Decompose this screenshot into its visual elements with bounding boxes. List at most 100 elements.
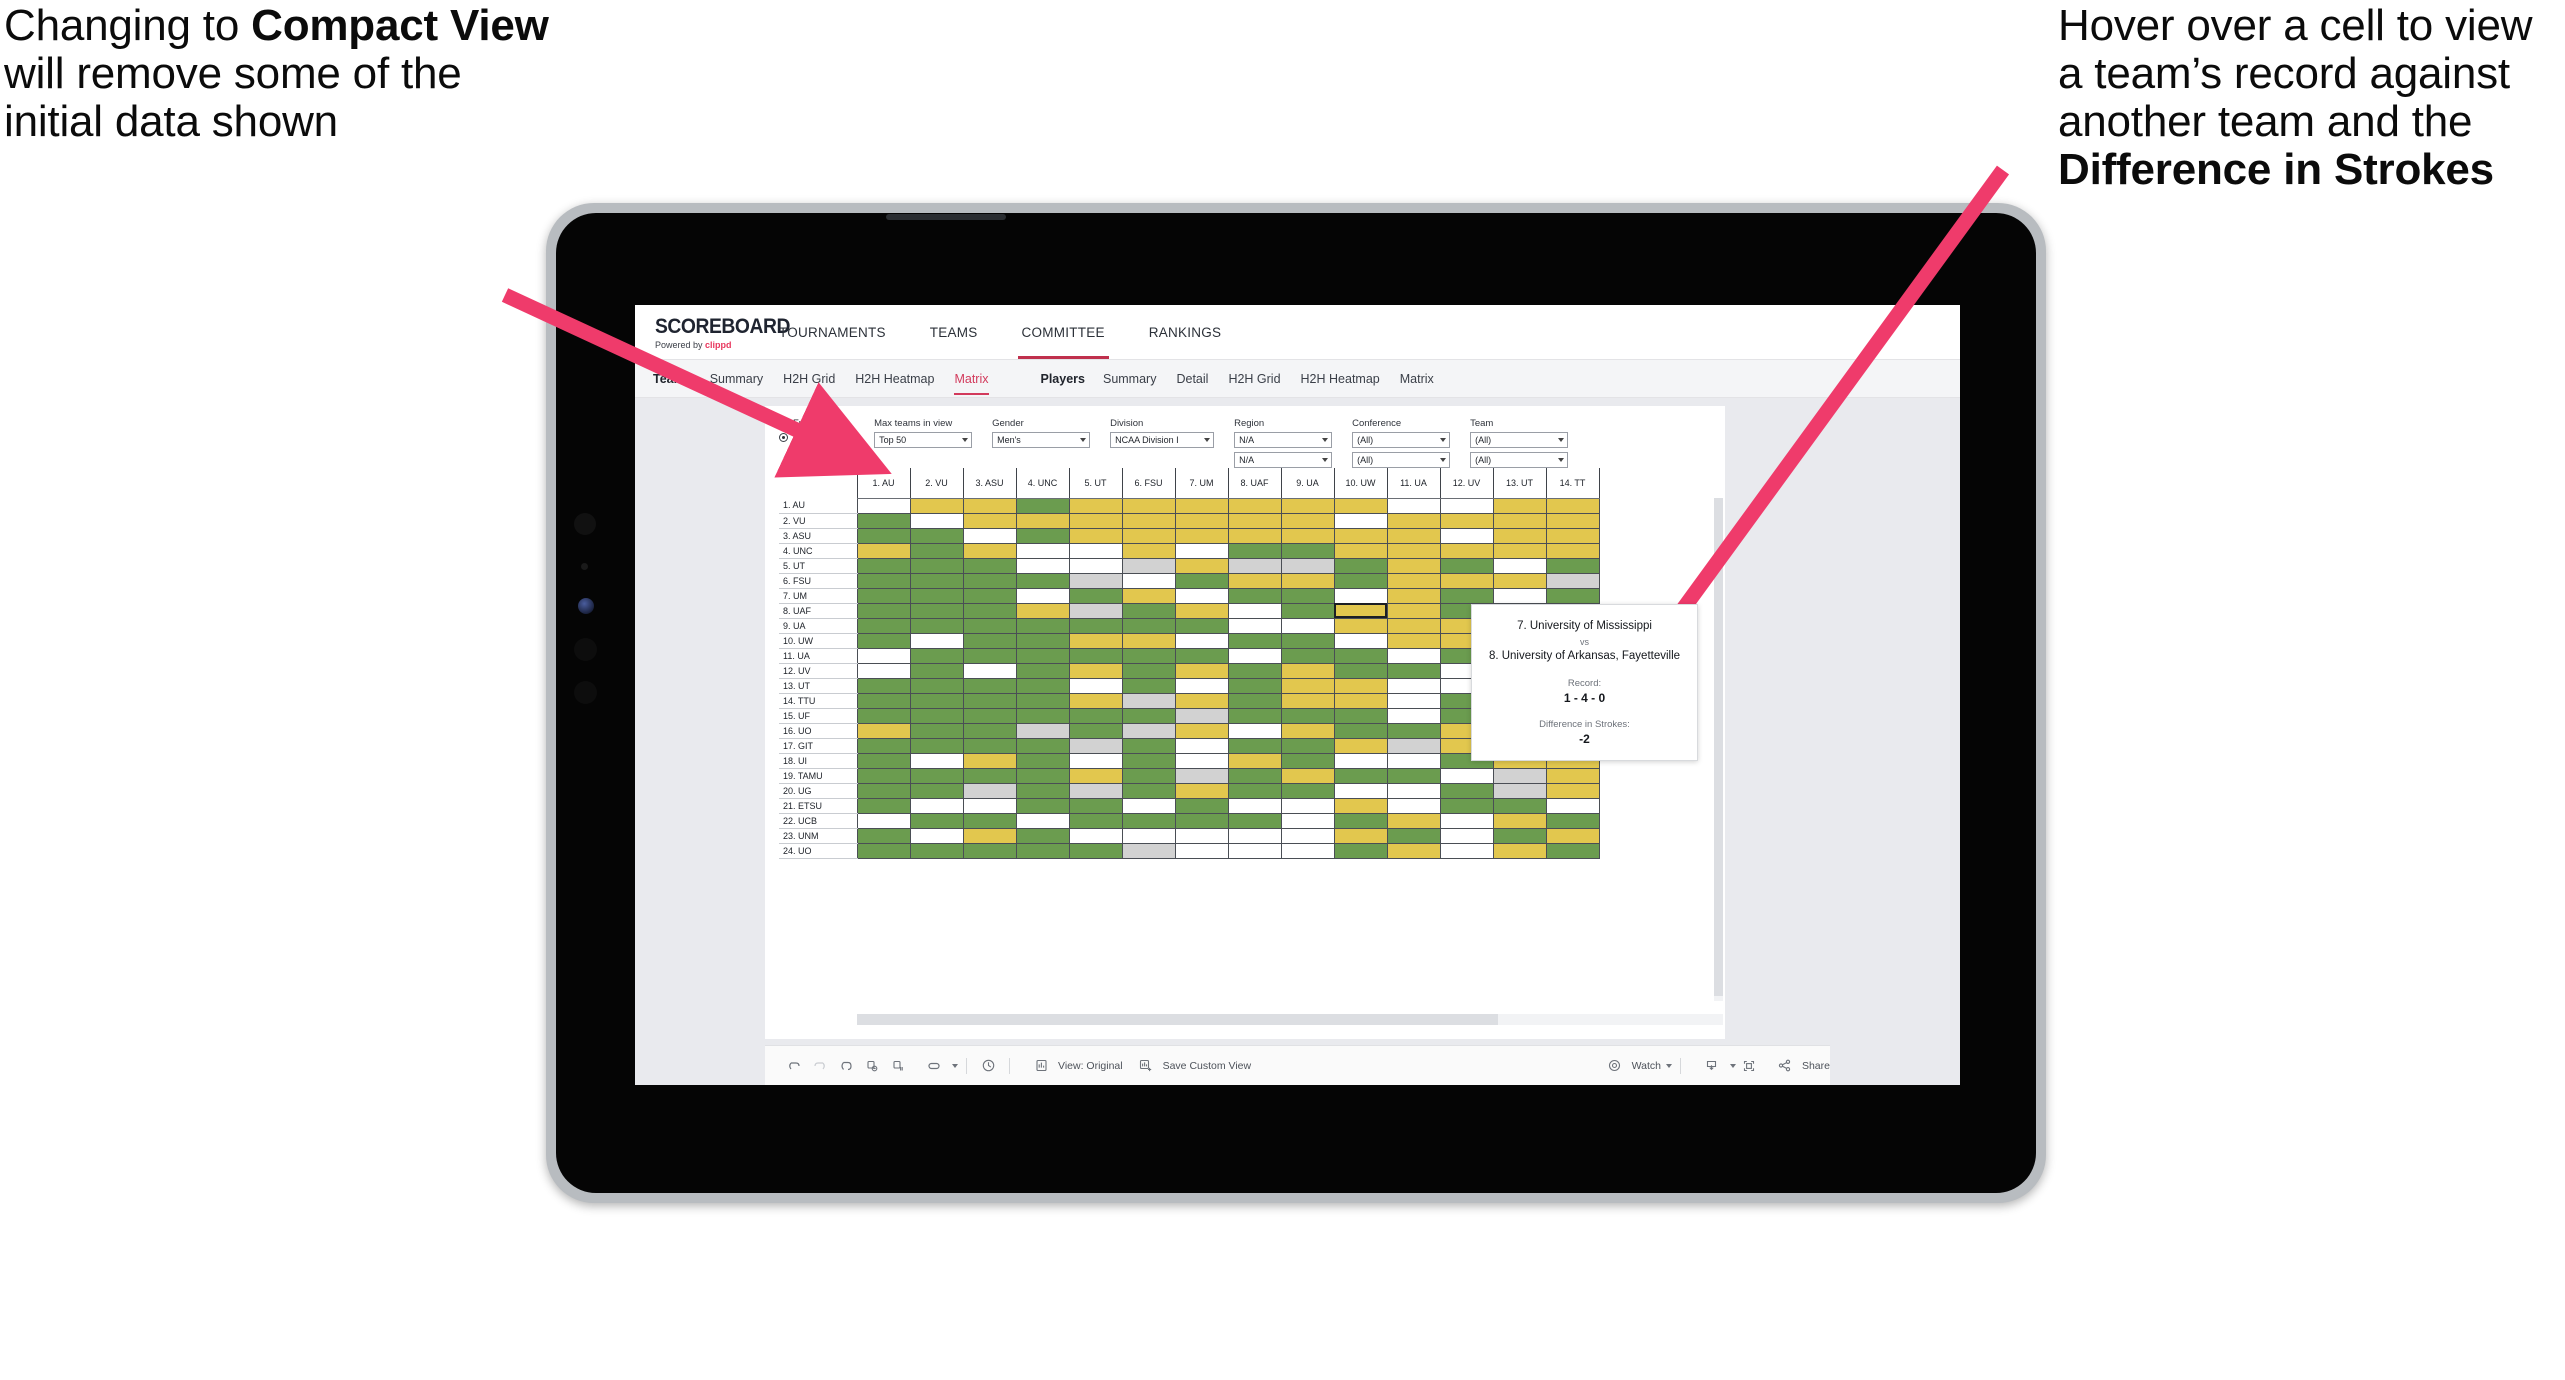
matrix-cell[interactable] [1068,722,1123,739]
undo-icon[interactable] [781,1053,807,1079]
matrix-cell[interactable] [1333,632,1388,649]
matrix-cell[interactable] [1280,827,1335,844]
matrix-cell[interactable] [1227,737,1282,754]
matrix-cell[interactable] [1121,677,1176,694]
matrix-cell[interactable] [1333,602,1388,619]
matrix-cell[interactable] [1492,512,1547,529]
matrix-cell[interactable] [962,752,1017,769]
download-button[interactable] [1699,1053,1736,1079]
matrix-cell[interactable] [1174,767,1229,784]
matrix-cell[interactable] [856,587,911,604]
matrix-cell[interactable] [1015,752,1070,769]
matrix-cell[interactable] [1174,827,1229,844]
matrix-cell[interactable] [1545,512,1600,529]
matrix-cell[interactable] [1386,782,1441,799]
brand-logo[interactable]: SCOREBOARD Powered by clippd [635,305,790,359]
matrix-cell[interactable] [1545,827,1600,844]
matrix-cell[interactable] [1333,782,1388,799]
subtab-teams-matrix[interactable]: Matrix [954,372,989,395]
matrix-cell[interactable] [1386,632,1441,649]
matrix-cell[interactable] [1439,782,1494,799]
matrix-cell[interactable] [962,512,1017,529]
matrix-cell[interactable] [1492,767,1547,784]
matrix-cell[interactable] [1015,557,1070,574]
filter-region-select-2[interactable]: N/A [1234,452,1333,468]
nav-teams[interactable]: TEAMS [908,305,1000,359]
matrix-cell[interactable] [962,557,1017,574]
matrix-cell[interactable] [1121,632,1176,649]
matrix-cell[interactable] [1386,752,1441,769]
matrix-cell[interactable] [1174,527,1229,544]
matrix-cell[interactable] [1386,662,1441,679]
matrix-cell[interactable] [1439,812,1494,829]
matrix-cell[interactable] [1280,632,1335,649]
matrix-cell[interactable] [1227,707,1282,724]
matrix-cell[interactable] [1174,632,1229,649]
matrix-cell[interactable] [1492,782,1547,799]
matrix-cell[interactable] [1227,632,1282,649]
matrix-cell[interactable] [909,797,964,814]
matrix-cell[interactable] [909,617,964,634]
matrix-cell[interactable] [1121,827,1176,844]
matrix-cell[interactable] [1439,842,1494,859]
watch-button[interactable]: Watch [1602,1053,1672,1079]
refresh-data-icon[interactable] [859,1053,885,1079]
subtab-teams-h2h-grid[interactable]: H2H Grid [783,372,835,386]
matrix-cell[interactable] [1386,707,1441,724]
matrix-cell[interactable] [1174,587,1229,604]
matrix-cell[interactable] [1068,542,1123,559]
matrix-cell[interactable] [1227,812,1282,829]
matrix-cell[interactable] [1015,722,1070,739]
matrix-cell[interactable] [1386,512,1441,529]
matrix-cell[interactable] [1545,557,1600,574]
matrix-cell[interactable] [1068,497,1123,514]
matrix-cell[interactable] [1068,827,1123,844]
matrix-cell[interactable] [1121,722,1176,739]
matrix-cell[interactable] [1333,842,1388,859]
matrix-cell[interactable] [1174,722,1229,739]
nav-rankings[interactable]: RANKINGS [1127,305,1244,359]
revert-icon[interactable] [833,1053,859,1079]
matrix-cell[interactable] [1174,647,1229,664]
matrix-cell[interactable] [1227,602,1282,619]
matrix-cell[interactable] [1068,707,1123,724]
matrix-cell[interactable] [856,497,911,514]
matrix-cell[interactable] [1121,842,1176,859]
matrix-cell[interactable] [1333,752,1388,769]
matrix-cell[interactable] [1015,647,1070,664]
matrix-cell[interactable] [962,587,1017,604]
matrix-vertical-scrollbar[interactable] [1714,498,1723,1001]
matrix-cell[interactable] [909,542,964,559]
matrix-cell[interactable] [1386,737,1441,754]
matrix-cell[interactable] [1439,587,1494,604]
matrix-cell[interactable] [1227,827,1282,844]
matrix-cell[interactable] [962,497,1017,514]
matrix-cell[interactable] [909,647,964,664]
matrix-cell[interactable] [1333,572,1388,589]
matrix-cell[interactable] [856,662,911,679]
matrix-cell[interactable] [1333,707,1388,724]
matrix-cell[interactable] [1068,767,1123,784]
matrix-cell[interactable] [1545,767,1600,784]
matrix-cell[interactable] [1439,497,1494,514]
matrix-cell[interactable] [1280,677,1335,694]
matrix-cell[interactable] [1227,767,1282,784]
matrix-cell[interactable] [856,797,911,814]
matrix-cell[interactable] [962,767,1017,784]
matrix-cell[interactable] [1174,617,1229,634]
matrix-cell[interactable] [1121,572,1176,589]
matrix-cell[interactable] [1227,572,1282,589]
matrix-cell[interactable] [1545,527,1600,544]
matrix-cell[interactable] [1280,662,1335,679]
matrix-cell[interactable] [1068,692,1123,709]
matrix-cell[interactable] [1121,662,1176,679]
matrix-cell[interactable] [1333,812,1388,829]
matrix-cell[interactable] [1386,557,1441,574]
matrix-cell[interactable] [1386,527,1441,544]
matrix-cell[interactable] [962,707,1017,724]
matrix-cell[interactable] [1227,647,1282,664]
subtab-players-matrix[interactable]: Matrix [1400,372,1434,386]
matrix-cell[interactable] [1386,647,1441,664]
matrix-cell[interactable] [1280,707,1335,724]
matrix-cell[interactable] [1015,797,1070,814]
